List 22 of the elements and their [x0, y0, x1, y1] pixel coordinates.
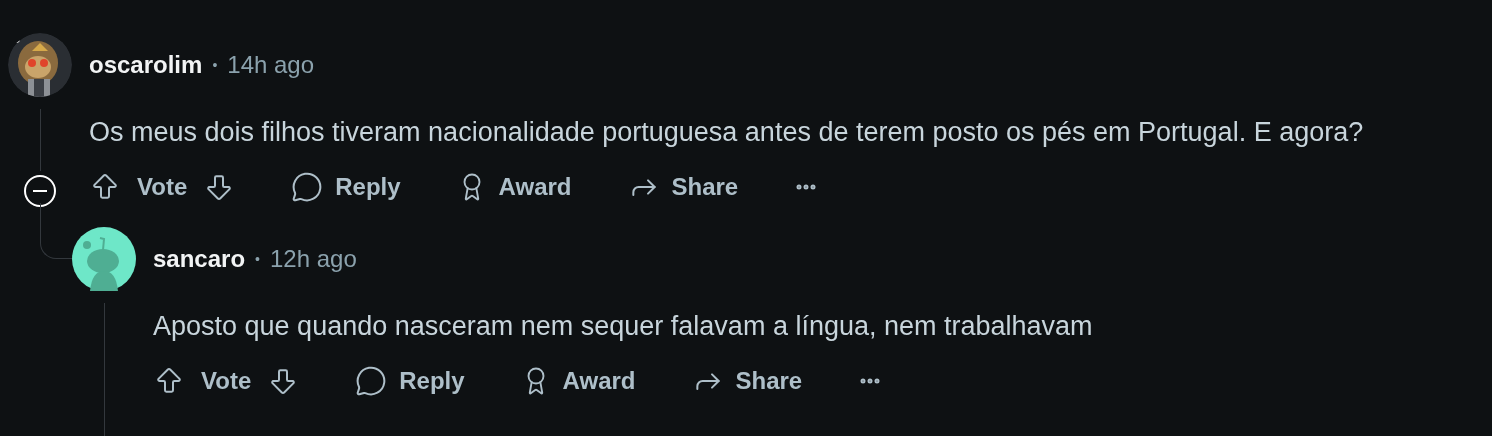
award-button[interactable]: Award [456, 167, 572, 207]
speech-bubble-icon [355, 365, 388, 397]
separator-dot: • [255, 249, 260, 269]
share-button[interactable]: Share [627, 167, 739, 207]
reply-button[interactable]: Reply [291, 167, 401, 207]
thread-connector [40, 203, 72, 259]
timestamp: 14h ago [227, 50, 315, 80]
username[interactable]: sancaro [153, 241, 246, 277]
minus-icon [33, 190, 47, 192]
username[interactable]: oscarolim [89, 47, 203, 83]
speech-bubble-icon [291, 171, 324, 203]
timestamp: 12h ago [269, 244, 357, 274]
vote-label: Vote [201, 366, 252, 396]
comment-text: Os meus dois filhos tiveram nacionalidade portuguesa antes de terem posto os pés em Portugal. E agora? [89, 116, 1364, 149]
separator-dot: • [212, 55, 218, 75]
share-button[interactable]: Share [691, 361, 803, 401]
reply-button[interactable]: Reply [355, 361, 465, 401]
comment-text: Aposto que quando nasceram nem sequer falavam a língua, nem trabalhavam [153, 310, 1093, 343]
award-button[interactable]: Award [520, 361, 636, 401]
collapse-button[interactable] [24, 175, 56, 207]
vote-label: Vote [137, 172, 188, 202]
avatar-icon [72, 227, 136, 291]
